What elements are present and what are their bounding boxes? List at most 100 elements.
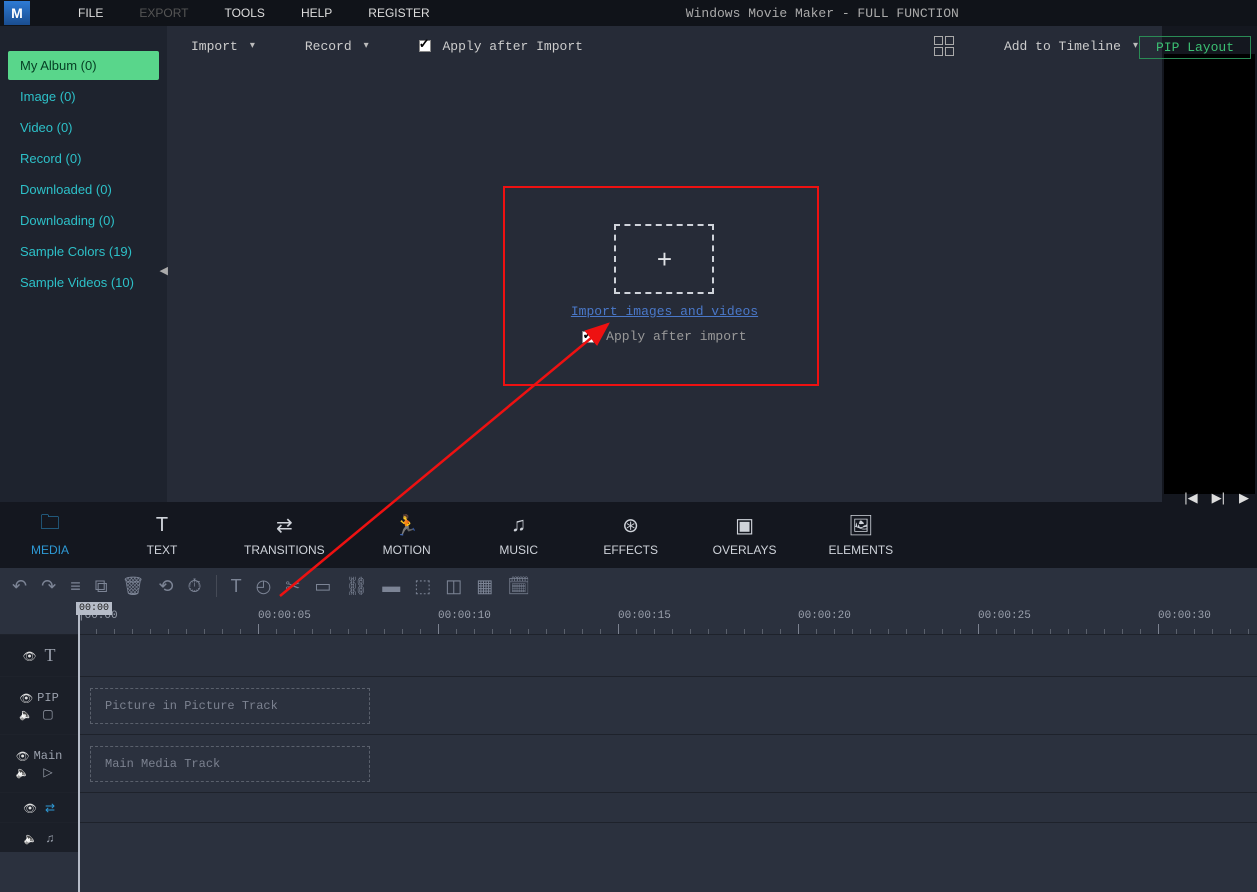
track-audio: ♫ (0, 822, 1257, 852)
tab-text[interactable]: T TEXT (132, 513, 192, 557)
timeline-ruler[interactable]: |00:0000:00:0500:00:1000:00:1500:00:2000… (78, 604, 1257, 634)
link-track-icon: ⇄ (45, 801, 55, 815)
mute-icon[interactable] (19, 707, 33, 721)
visibility-icon[interactable] (23, 801, 37, 815)
tab-label: TEXT (147, 543, 178, 557)
mute-icon[interactable] (16, 765, 30, 779)
menu-export[interactable]: EXPORT (121, 6, 206, 20)
app-logo: M (4, 1, 30, 25)
visibility-icon[interactable] (16, 749, 30, 763)
sidebar-item-image[interactable]: Image (0) (8, 82, 159, 111)
main-track-icon: ▷ (43, 765, 52, 779)
apply-after-import-label: Apply after Import (443, 39, 583, 54)
copy-icon[interactable]: ⧉ (95, 576, 108, 597)
track-link-head[interactable]: ⇄ (0, 793, 78, 822)
cut-icon[interactable]: ✂ (285, 576, 300, 597)
preview-next-button[interactable]: ▶| (1212, 490, 1225, 506)
grid-view-icon[interactable] (934, 36, 954, 56)
sidebar-item-downloading[interactable]: Downloading (0) (8, 206, 159, 235)
pip-label: PIP (37, 691, 59, 705)
checkbox-icon (419, 40, 431, 52)
sidebar-item-sample-videos[interactable]: Sample Videos (10) (8, 268, 159, 297)
import-dropdown[interactable]: Import (191, 39, 255, 54)
sidebar-item-my-album[interactable]: My Album (0) (8, 51, 159, 80)
apply-after-import-checkbox[interactable]: Apply after Import (419, 39, 583, 54)
ruler-tick-label: 00:00:25 (978, 610, 1031, 622)
menu-register[interactable]: REGISTER (350, 6, 447, 20)
ruler-tick-label: 00:00:15 (618, 610, 671, 622)
elements-icon: 🖼 (848, 513, 873, 537)
preview-play-button[interactable]: ▶ (1239, 490, 1249, 506)
track-pip: PIP▢ Picture in Picture Track (0, 676, 1257, 734)
sidebar-item-video[interactable]: Video (0) (8, 113, 159, 142)
undo-icon[interactable]: ↶ (12, 576, 27, 597)
ruler-tick-label: 00:00:30 (1158, 610, 1211, 622)
track-text: T (0, 634, 1257, 676)
preview-video-area (1164, 54, 1255, 494)
crop-tool-icon[interactable]: ▭ (314, 576, 331, 597)
ruler-tick-label: 00:00:20 (798, 610, 851, 622)
settings-icon[interactable]: ≡ (70, 576, 81, 597)
preview-prev-button[interactable]: |◀ (1184, 490, 1197, 506)
timeline-toolbar: ↶ ↷ ≡ ⧉ 🗑 ⟲ ⏱ T ◴ ✂ ▭ ⛓ ▬ ⬚ ◫ ▦ 🗓 (0, 568, 1257, 604)
tab-label: MUSIC (499, 543, 538, 557)
playhead[interactable] (78, 604, 80, 892)
tab-media[interactable]: 🗀 MEDIA (20, 513, 80, 557)
overlays-icon: ▣ (735, 513, 754, 537)
main-track-slot[interactable]: Main Media Track (90, 746, 370, 782)
checkbox-icon (582, 331, 594, 343)
track-main-head[interactable]: Main▷ (0, 735, 78, 792)
calendar-icon[interactable]: 🗓 (507, 576, 530, 597)
pip-track-slot[interactable]: Picture in Picture Track (90, 688, 370, 724)
drop-box[interactable]: + (614, 224, 714, 294)
menu-help[interactable]: HELP (283, 6, 350, 20)
import-drop-area[interactable]: + Import images and videos Apply after i… (167, 66, 1162, 502)
visibility-icon[interactable] (23, 649, 37, 663)
screen-icon[interactable]: ▬ (382, 576, 400, 597)
track-text-head[interactable]: T (0, 635, 78, 676)
pip-icon[interactable]: ◫ (445, 576, 462, 597)
tab-label: MOTION (383, 543, 431, 557)
redo-icon[interactable]: ↷ (41, 576, 56, 597)
text-tool-icon[interactable]: T (231, 576, 242, 597)
text-icon: T (156, 513, 168, 537)
sidebar-item-sample-colors[interactable]: Sample Colors (19) (8, 237, 159, 266)
album-sidebar: My Album (0) Image (0) Video (0) Record … (0, 26, 167, 502)
tab-effects[interactable]: ⊛ EFFECTS (601, 513, 661, 557)
pip-layout-button[interactable]: PIP Layout (1139, 36, 1251, 59)
record-dropdown[interactable]: Record (305, 39, 369, 54)
delete-icon[interactable]: 🗑 (122, 576, 145, 597)
mute-icon[interactable] (24, 831, 38, 845)
drop-apply-checkbox[interactable]: Apply after import (582, 329, 746, 344)
sidebar-item-record[interactable]: Record (0) (8, 144, 159, 173)
audio-track-icon: ♫ (45, 831, 54, 845)
crop-icon[interactable]: ⬚ (414, 576, 431, 597)
tab-transitions[interactable]: ⇄ TRANSITIONS (244, 513, 325, 557)
track-pip-head[interactable]: PIP▢ (0, 677, 78, 734)
grid-tool-icon[interactable]: ▦ (476, 576, 493, 597)
tab-music[interactable]: ♫ MUSIC (489, 513, 549, 557)
add-to-timeline-dropdown[interactable]: Add to Timeline (1004, 39, 1138, 54)
tab-elements[interactable]: 🖼 ELEMENTS (828, 513, 893, 557)
preview-panel (1162, 26, 1257, 502)
ruler-tick-label: 00:00:10 (438, 610, 491, 622)
transitions-icon: ⇄ (276, 513, 293, 537)
clock-icon[interactable]: ◴ (256, 576, 272, 597)
tab-motion[interactable]: 🏃 MOTION (377, 513, 437, 557)
tab-label: TRANSITIONS (244, 543, 325, 557)
music-icon: ♫ (511, 513, 526, 537)
sidebar-item-downloaded[interactable]: Downloaded (0) (8, 175, 159, 204)
media-toolbar: Import Record Apply after Import Add to … (167, 26, 1162, 66)
tab-label: ELEMENTS (828, 543, 893, 557)
menu-tools[interactable]: TOOLS (206, 6, 282, 20)
stabilize-icon[interactable]: ⛓ (345, 576, 368, 597)
speed-icon[interactable]: ⏱ (188, 576, 202, 597)
menu-file[interactable]: FILE (60, 6, 121, 20)
visibility-icon[interactable] (19, 691, 33, 705)
effects-icon: ⊛ (622, 513, 639, 537)
track-audio-head[interactable]: ♫ (0, 823, 78, 852)
import-link[interactable]: Import images and videos (571, 304, 758, 319)
tab-overlays[interactable]: ▣ OVERLAYS (713, 513, 777, 557)
tracks-area: T PIP▢ Picture in Picture Track Main▷ Ma… (0, 634, 1257, 892)
rotate-icon[interactable]: ⟲ (158, 576, 173, 597)
